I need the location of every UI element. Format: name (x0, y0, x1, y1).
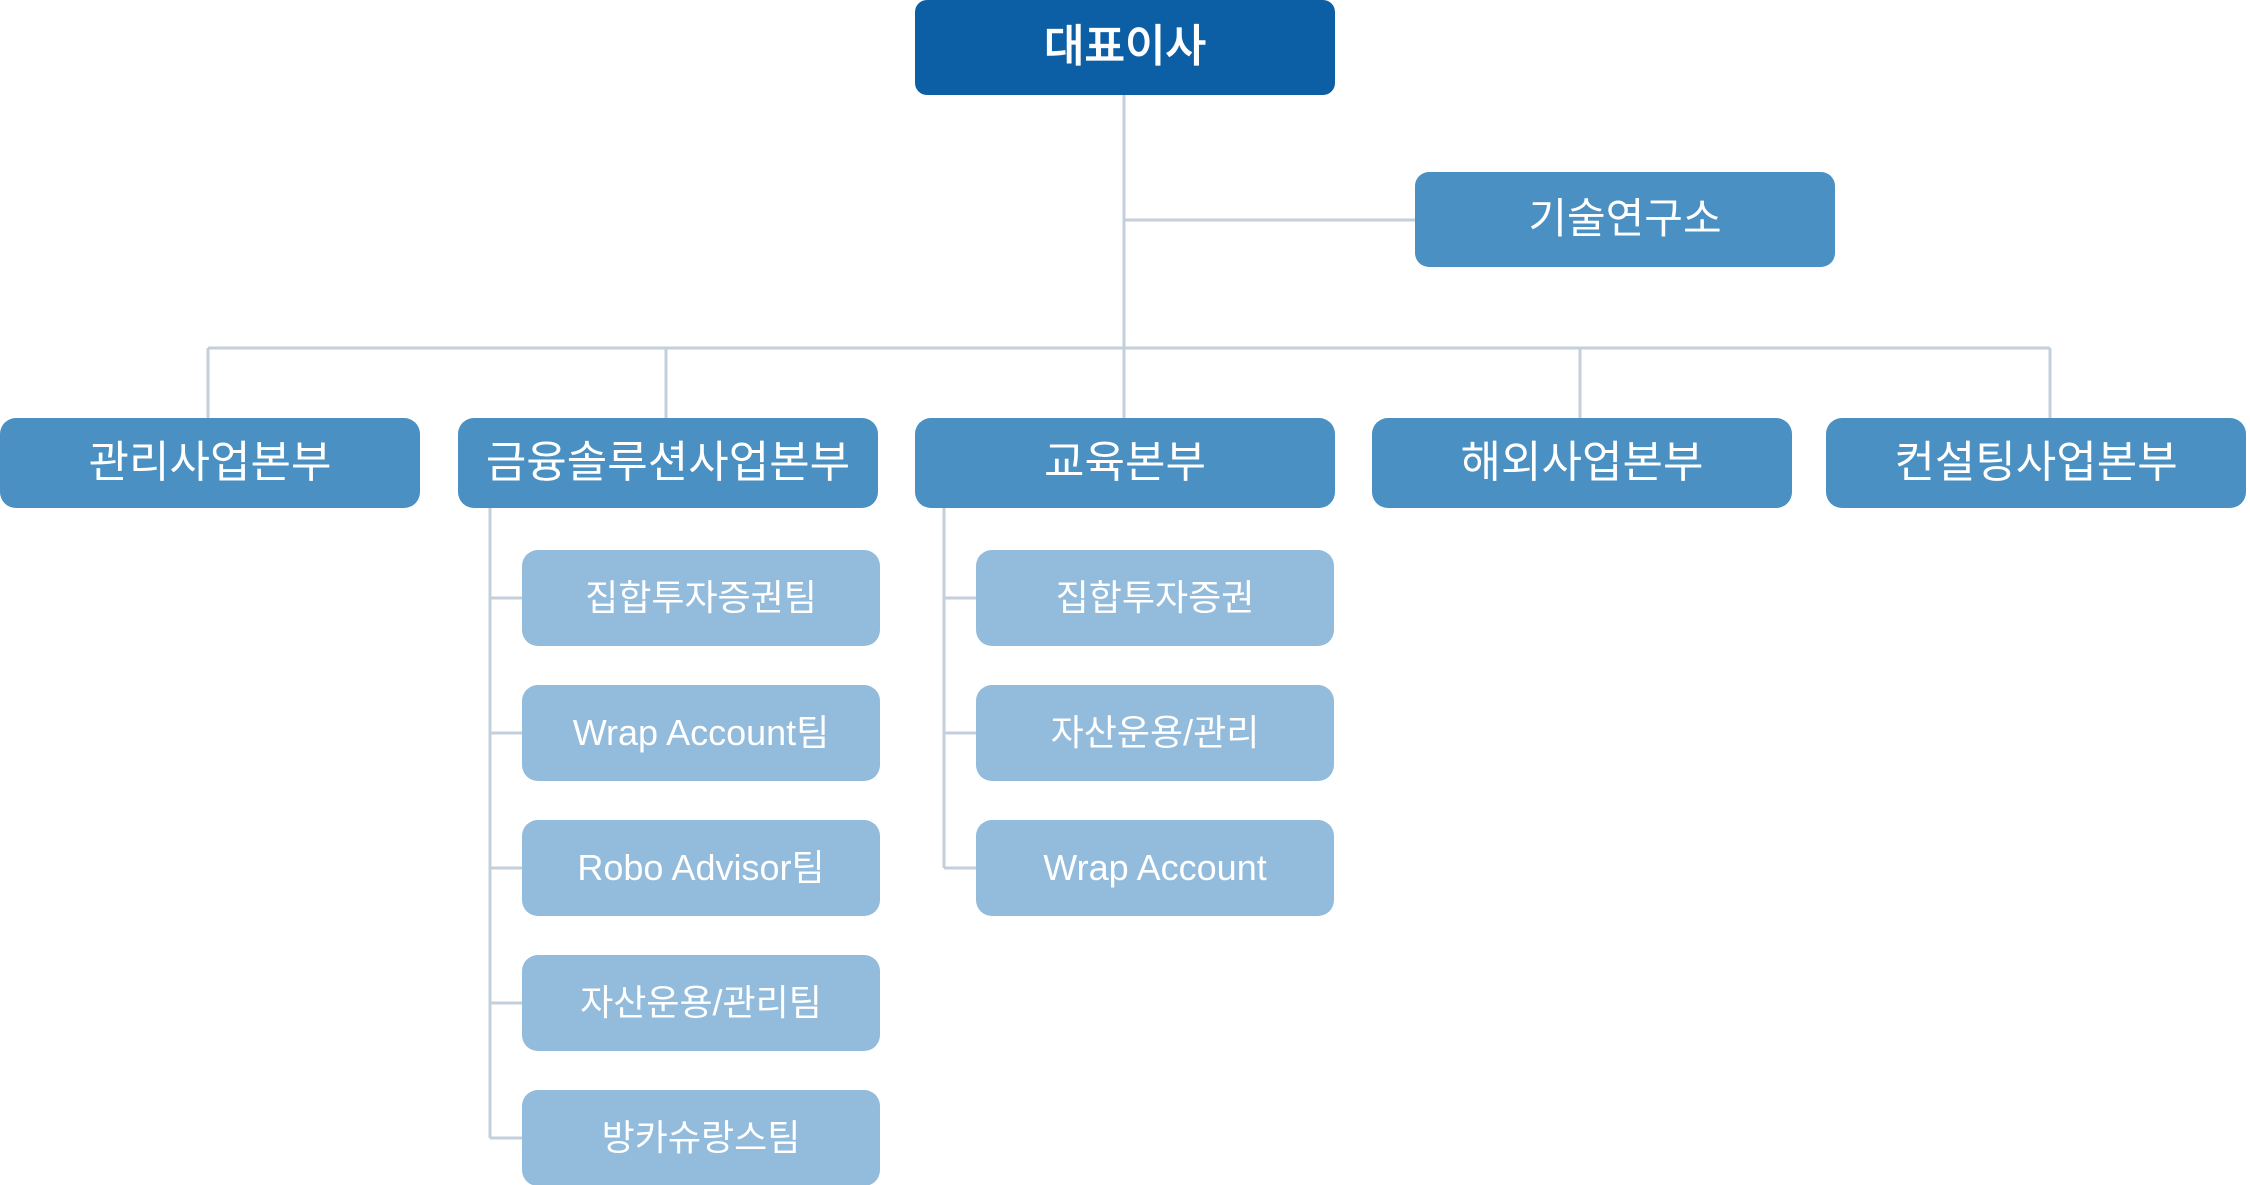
org-node-team-edu-1[interactable]: 집합투자증권 (976, 550, 1334, 646)
org-node-team-edu-3[interactable]: Wrap Account (976, 820, 1334, 916)
org-node-team-edu-2[interactable]: 자산운용/관리 (976, 685, 1334, 781)
org-node-label: 집합투자증권 (1055, 577, 1255, 619)
org-node-team-fs-4[interactable]: 자산운용/관리팀 (522, 955, 880, 1051)
org-node-label: 교육본부 (1044, 437, 1206, 487)
org-node-label: 방카슈랑스팀 (601, 1117, 801, 1159)
org-node-label: 금융솔루션사업본부 (485, 437, 851, 487)
org-node-label: 컨설팅사업본부 (1894, 437, 2178, 487)
org-node-div-consulting[interactable]: 컨설팅사업본부 (1826, 418, 2246, 508)
org-node-label: 관리사업본부 (88, 437, 332, 487)
org-node-label: Wrap Account팀 (572, 712, 830, 754)
org-node-label: Robo Advisor팀 (577, 847, 825, 889)
org-node-label: 기술연구소 (1528, 195, 1722, 243)
org-node-team-fs-1[interactable]: 집합투자증권팀 (522, 550, 880, 646)
org-node-div-management[interactable]: 관리사업본부 (0, 418, 420, 508)
org-node-team-fs-5[interactable]: 방카슈랑스팀 (522, 1090, 880, 1185)
org-node-team-fs-2[interactable]: Wrap Account팀 (522, 685, 880, 781)
org-node-label: 자산운용/관리팀 (580, 982, 822, 1024)
org-node-label: 집합투자증권팀 (585, 577, 817, 619)
org-node-team-fs-3[interactable]: Robo Advisor팀 (522, 820, 880, 916)
org-node-label: 해외사업본부 (1460, 437, 1704, 487)
org-node-ceo[interactable]: 대표이사 (915, 0, 1335, 95)
org-node-div-education[interactable]: 교육본부 (915, 418, 1335, 508)
org-chart: 대표이사기술연구소관리사업본부 금융솔루션사업본부 교육본부 해외사업본부 컨설팅사업본… (0, 0, 2250, 1185)
org-node-tech-research[interactable]: 기술연구소 (1415, 172, 1835, 267)
org-node-label: Wrap Account (1043, 847, 1267, 889)
org-node-div-overseas[interactable]: 해외사업본부 (1372, 418, 1792, 508)
org-node-label: 대표이사 (1044, 22, 1206, 72)
org-node-label: 자산운용/관리 (1050, 712, 1260, 754)
org-node-div-finance-solution[interactable]: 금융솔루션사업본부 (458, 418, 878, 508)
